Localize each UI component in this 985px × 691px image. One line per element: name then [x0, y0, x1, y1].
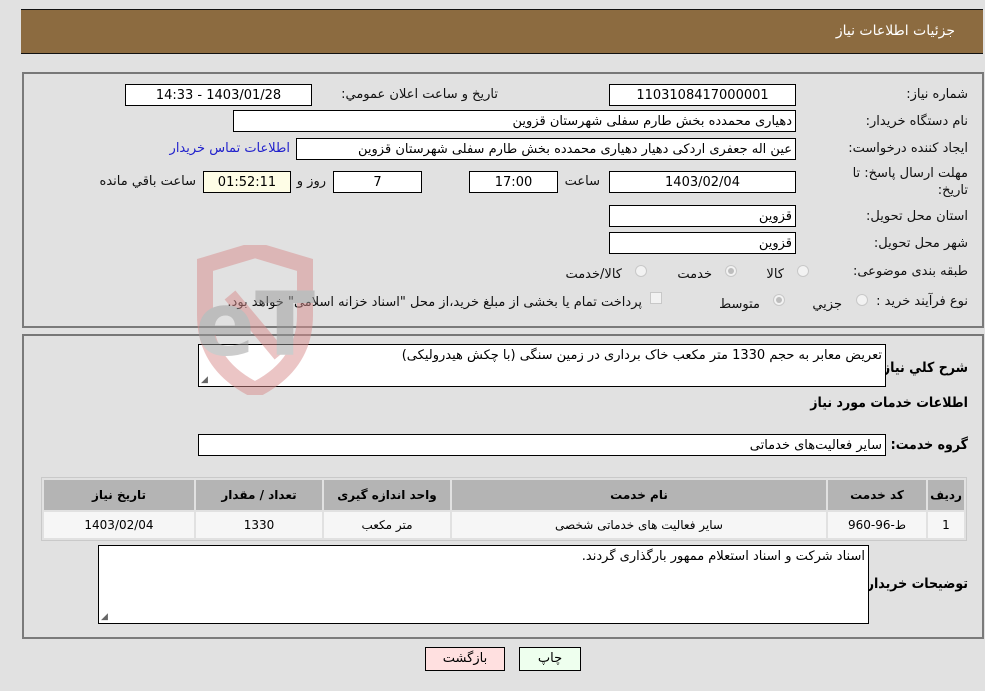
purchase-radio-minor[interactable] — [856, 294, 868, 306]
category-option-goods: کالا — [766, 267, 784, 282]
col-header-date: تاریخ نیاز — [44, 480, 194, 510]
col-header-name: نام خدمت — [452, 480, 826, 510]
purchase-option-minor: جزيي — [812, 297, 842, 312]
category-radio-service[interactable] — [725, 265, 737, 277]
table-row: 1 ط-96-960 سایر فعالیت های خدماتی شخصی م… — [44, 512, 964, 538]
summary-text: تعریض معابر به حجم 1330 متر مکعب خاک برد… — [401, 348, 882, 363]
col-header-quantity: تعداد / مقدار — [196, 480, 322, 510]
time-remaining-field: 01:52:11 — [203, 171, 291, 193]
summary-textarea[interactable]: تعریض معابر به حجم 1330 متر مکعب خاک برد… — [198, 344, 886, 387]
resize-grip-icon[interactable]: ◢ — [201, 375, 208, 385]
time-remaining-label: ساعت باقي مانده — [99, 174, 196, 189]
province-field: قزوین — [609, 205, 796, 227]
cell-service-code: ط-96-960 — [828, 512, 926, 538]
need-number-label: شماره نیاز: — [906, 87, 968, 102]
category-radio-goods[interactable] — [797, 265, 809, 277]
buyer-contact-link[interactable]: اطلاعات تماس خریدار — [170, 141, 290, 156]
requester-field: عین اله جعفری اردکی دهیار دهیاری محمدده … — [296, 138, 796, 160]
cell-service-name: سایر فعالیت های خدماتی شخصی — [452, 512, 826, 538]
need-info-panel: شماره نیاز: 1103108417000001 تاریخ و ساع… — [22, 72, 984, 328]
province-label: استان محل تحویل: — [866, 209, 968, 224]
city-field: قزوین — [609, 232, 796, 254]
category-label: طبقه بندی موضوعی: — [852, 264, 968, 279]
treasury-checkbox-label: پرداخت تمام یا بخشی از مبلغ خرید،از محل … — [227, 295, 642, 310]
services-section-title: اطلاعات خدمات مورد نیاز — [810, 395, 968, 411]
purchase-radio-medium[interactable] — [773, 294, 785, 306]
cell-row-number: 1 — [928, 512, 964, 538]
cell-quantity: 1330 — [196, 512, 322, 538]
col-header-row: ردیف — [928, 480, 964, 510]
page-title: جزئیات اطلاعات نیاز — [835, 23, 955, 39]
category-option-goods-service: کالا/خدمت — [565, 267, 622, 282]
deadline-time-field: 17:00 — [469, 171, 558, 193]
back-button[interactable]: بازگشت — [425, 647, 505, 671]
treasury-checkbox[interactable] — [650, 292, 662, 304]
deadline-date-field: 1403/02/04 — [609, 171, 796, 193]
purchase-type-label: نوع فرآیند خرید : — [876, 294, 968, 309]
category-radio-goods-service[interactable] — [635, 265, 647, 277]
page-header: جزئیات اطلاعات نیاز — [21, 9, 983, 54]
buyer-org-field: دهیاری محمدده بخش طارم سفلی شهرستان قزوی… — [233, 110, 796, 132]
cell-need-date: 1403/02/04 — [44, 512, 194, 538]
need-details-panel: شرح کلي نیاز: تعریض معابر به حجم 1330 مت… — [22, 334, 984, 639]
deadline-label: مهلت ارسال پاسخ: تا تاریخ: — [852, 166, 968, 198]
purchase-option-medium: متوسط — [719, 297, 760, 312]
category-option-service: خدمت — [677, 267, 712, 282]
summary-label: شرح کلي نیاز: — [877, 360, 968, 376]
resize-grip-icon[interactable]: ◢ — [101, 612, 108, 622]
announce-datetime-label: تاریخ و ساعت اعلان عمومي: — [341, 87, 498, 102]
buyer-notes-text: اسناد شرکت و اسناد استعلام ممهور بارگذار… — [581, 549, 865, 564]
days-remaining-field: 7 — [333, 171, 422, 193]
services-table-header: ردیف کد خدمت نام خدمت واحد اندازه گیری ت… — [44, 480, 964, 510]
city-label: شهر محل تحویل: — [873, 236, 968, 251]
buyer-notes-label: توضیحات خریدار: — [861, 576, 968, 592]
services-table: ردیف کد خدمت نام خدمت واحد اندازه گیری ت… — [41, 477, 967, 541]
service-group-label: گروه خدمت: — [890, 437, 968, 453]
need-number-field: 1103108417000001 — [609, 84, 796, 106]
service-group-field: سایر فعالیت‌های خدماتی — [198, 434, 886, 456]
requester-label: ایجاد کننده درخواست: — [848, 141, 968, 156]
buyer-notes-textarea[interactable]: اسناد شرکت و اسناد استعلام ممهور بارگذار… — [98, 545, 869, 624]
cell-unit: متر مکعب — [324, 512, 450, 538]
col-header-code: کد خدمت — [828, 480, 926, 510]
announce-datetime-field: 1403/01/28 - 14:33 — [125, 84, 312, 106]
days-label: روز و — [296, 174, 326, 189]
col-header-unit: واحد اندازه گیری — [324, 480, 450, 510]
buyer-org-label: نام دستگاه خریدار: — [865, 114, 968, 129]
deadline-time-label: ساعت — [564, 174, 600, 189]
print-button[interactable]: چاپ — [519, 647, 581, 671]
